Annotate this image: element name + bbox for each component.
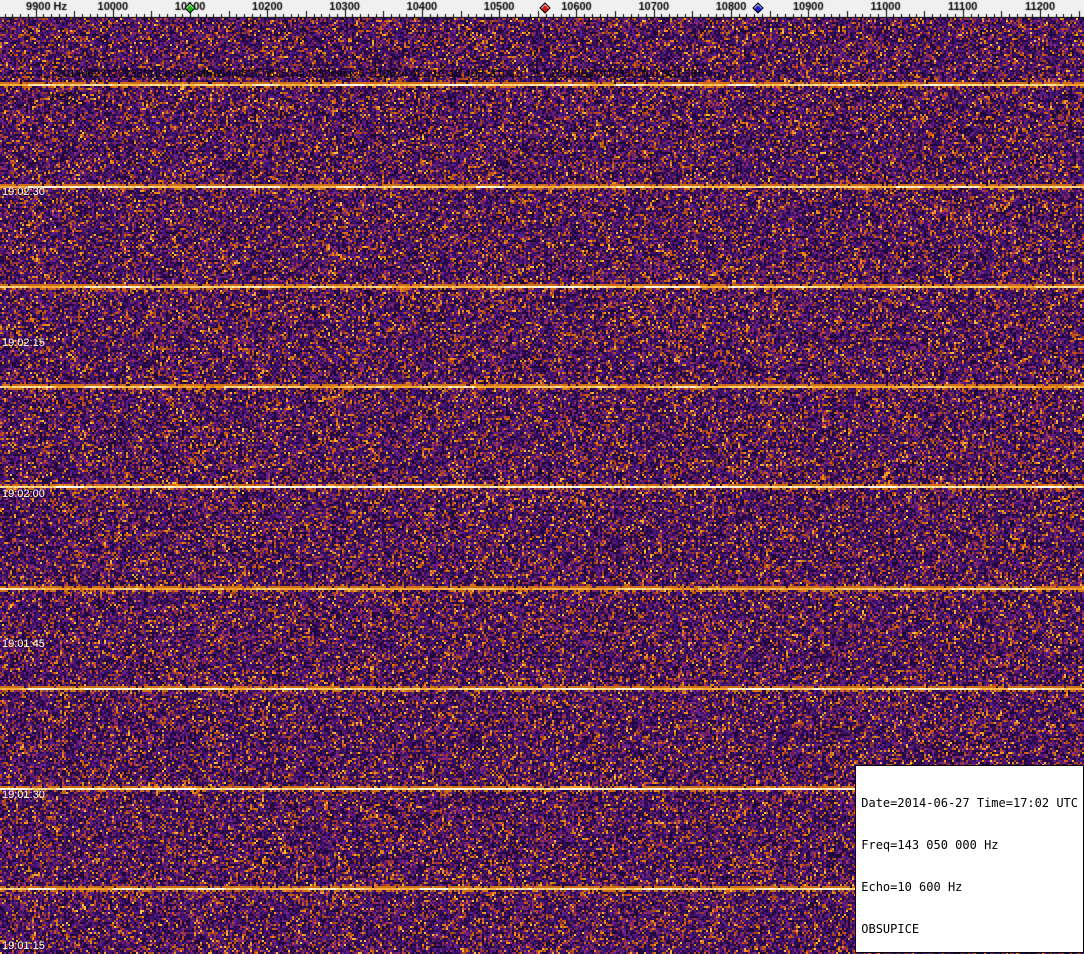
red-diamond-marker-icon[interactable] (539, 2, 551, 14)
frequency-markers (0, 0, 1084, 18)
info-echo: Echo=10 600 Hz (861, 880, 963, 894)
info-date-time: Date=2014-06-27 Time=17:02 UTC (861, 796, 1078, 810)
status-info-box: Date=2014-06-27 Time=17:02 UTC Freq=143 … (855, 765, 1084, 953)
spectrum-lab-waterfall-page: { "colors": { "ruler_bg": "#f0f0f0", "ru… (0, 0, 1084, 954)
blue-diamond-marker-icon[interactable] (751, 2, 764, 14)
info-station: OBSUPICE (861, 922, 920, 936)
green-diamond-marker-icon[interactable] (183, 2, 196, 14)
info-frequency: Freq=143 050 000 Hz (861, 838, 999, 852)
